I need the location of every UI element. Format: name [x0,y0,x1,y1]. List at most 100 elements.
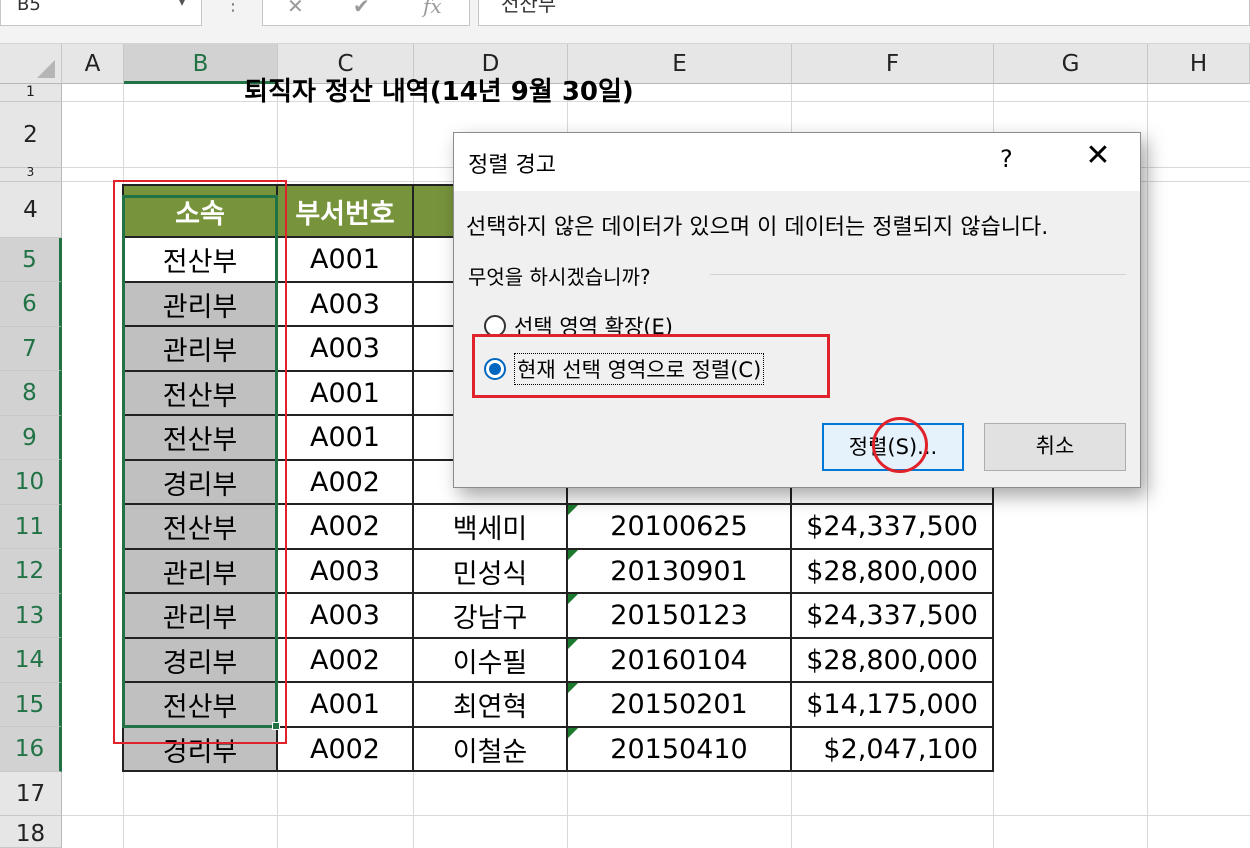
table-cell[interactable]: 20150123 [568,594,792,639]
table-cell[interactable]: 관리부 [122,327,278,372]
table-cell[interactable]: A003 [278,327,414,372]
table-cell[interactable]: $24,337,500 [792,505,994,550]
row-header-4[interactable]: 4 [0,182,62,238]
table-header-cell[interactable]: 소속 [122,184,278,238]
table-cell[interactable]: 경리부 [122,461,278,505]
table-cell[interactable]: A001 [278,683,414,728]
row-header-17[interactable]: 17 [0,772,62,816]
table-cell[interactable]: 관리부 [122,550,278,594]
cancel-icon[interactable]: ✕ [287,0,304,18]
dialog-title: 정렬 경고 [468,153,556,178]
table-cell[interactable]: 20150201 [568,683,792,728]
select-all-button[interactable] [0,44,62,84]
formula-input[interactable]: 전산부 [478,0,1250,26]
table-cell[interactable]: 민성식 [414,550,568,594]
table-cell[interactable]: 최연혁 [414,683,568,728]
text-number-warning-icon [568,505,578,515]
text-number-warning-icon [568,639,578,649]
enter-icon[interactable]: ✔ [353,0,370,18]
table-cell[interactable]: 20150410 [568,728,792,772]
table-cell[interactable]: A001 [278,372,414,416]
text-number-warning-icon [568,550,578,560]
text-number-warning-icon [568,683,578,693]
table-cell[interactable]: 전산부 [122,372,278,416]
row-header-14[interactable]: 14 [0,638,62,683]
table-cell[interactable]: A001 [278,416,414,461]
row-header-11[interactable]: 11 [0,505,62,549]
table-cell[interactable]: 이철순 [414,728,568,772]
radio-button-icon[interactable] [484,315,506,337]
table-cell[interactable]: A003 [278,550,414,594]
text-number-warning-icon [568,728,578,738]
row-header-1[interactable]: 1 [0,84,62,102]
sheet-title[interactable]: 퇴직자 정산 내역(14년 9월 30일) [124,62,994,122]
radio-button-checked-icon[interactable] [484,358,506,380]
table-cell[interactable]: 전산부 [122,416,278,461]
cancel-button[interactable]: 취소 [984,423,1126,471]
table-cell[interactable]: A001 [278,238,414,283]
dialog-message: 선택하지 않은 데이터가 있으며 이 데이터는 정렬되지 않습니다. [466,215,1049,240]
table-cell[interactable]: $24,337,500 [792,594,994,639]
table-cell[interactable]: 관리부 [122,594,278,639]
sort-button[interactable]: 정렬(S)... [822,423,964,471]
row-header-13[interactable]: 13 [0,594,62,638]
help-icon[interactable]: ? [1000,145,1013,173]
text-number-warning-icon [568,594,578,604]
table-cell[interactable]: 경리부 [122,728,278,772]
table-cell[interactable]: A002 [278,505,414,550]
row-header-10[interactable]: 10 [0,460,62,505]
column-header-g[interactable]: G [994,44,1148,84]
table-cell[interactable]: 20160104 [568,639,792,683]
radio-expand-label: 선택 영역 확장(E) [514,315,673,339]
table-cell[interactable]: 20130901 [568,550,792,594]
table-header-cell[interactable]: 부서번호 [278,184,414,238]
formula-bar: B5 ▾ ⋮ ✕ ✔ fx 전산부 [0,0,1250,44]
row-header-15[interactable]: 15 [0,683,62,727]
table-cell[interactable]: $2,047,100 [792,728,994,772]
row-header-3[interactable]: 3 [0,166,62,182]
table-cell[interactable]: A002 [278,639,414,683]
close-icon[interactable]: ✕ [1080,141,1116,171]
table-cell[interactable]: 전산부 [122,238,278,283]
column-header-h[interactable]: H [1148,44,1250,84]
dialog-question: 무엇을 하시겠습니까? [468,265,651,289]
name-box-value: B5 [17,0,41,15]
table-cell[interactable]: A002 [278,728,414,772]
table-cell[interactable]: 이수필 [414,639,568,683]
radio-expand-selection[interactable]: 선택 영역 확장(E) [484,311,673,341]
dialog-divider [710,274,1126,275]
row-header-2[interactable]: 2 [0,102,62,168]
table-cell[interactable]: 전산부 [122,505,278,550]
table-cell[interactable]: A003 [278,594,414,639]
dialog-titlebar: 정렬 경고 ? ✕ [454,133,1140,191]
row-header-8[interactable]: 8 [0,371,62,416]
row-header-9[interactable]: 9 [0,416,62,460]
row-header-7[interactable]: 7 [0,327,62,371]
row-header-16[interactable]: 16 [0,727,62,772]
row-header-6[interactable]: 6 [0,282,62,327]
table-cell[interactable]: $28,800,000 [792,639,994,683]
table-cell[interactable]: 강남구 [414,594,568,639]
table-cell[interactable]: 경리부 [122,639,278,683]
formula-input-value: 전산부 [501,0,557,16]
table-cell[interactable]: A003 [278,283,414,327]
table-cell[interactable]: 전산부 [122,683,278,728]
more-options-icon[interactable]: ⋮ [224,0,242,15]
row-header-18[interactable]: 18 [0,816,62,848]
table-cell[interactable]: A002 [278,461,414,505]
name-box[interactable]: B5 ▾ [0,0,202,26]
formula-bar-buttons: ✕ ✔ fx [262,0,470,26]
table-cell[interactable]: $28,800,000 [792,550,994,594]
row-header-5[interactable]: 5 [0,238,62,282]
row-header-12[interactable]: 12 [0,549,62,594]
table-cell[interactable]: 20100625 [568,505,792,550]
fill-handle[interactable] [272,722,280,730]
table-cell[interactable]: $14,175,000 [792,683,994,728]
insert-function-icon[interactable]: fx [423,0,442,18]
chevron-down-icon[interactable]: ▾ [179,0,185,8]
table-cell[interactable]: 관리부 [122,283,278,327]
column-header-a[interactable]: A [62,44,124,84]
radio-sort-current-selection[interactable]: 현재 선택 영역으로 정렬(C) [484,353,765,385]
sheet-title-text: 퇴직자 정산 내역(14년 9월 30일) [244,77,634,107]
table-cell[interactable]: 백세미 [414,505,568,550]
